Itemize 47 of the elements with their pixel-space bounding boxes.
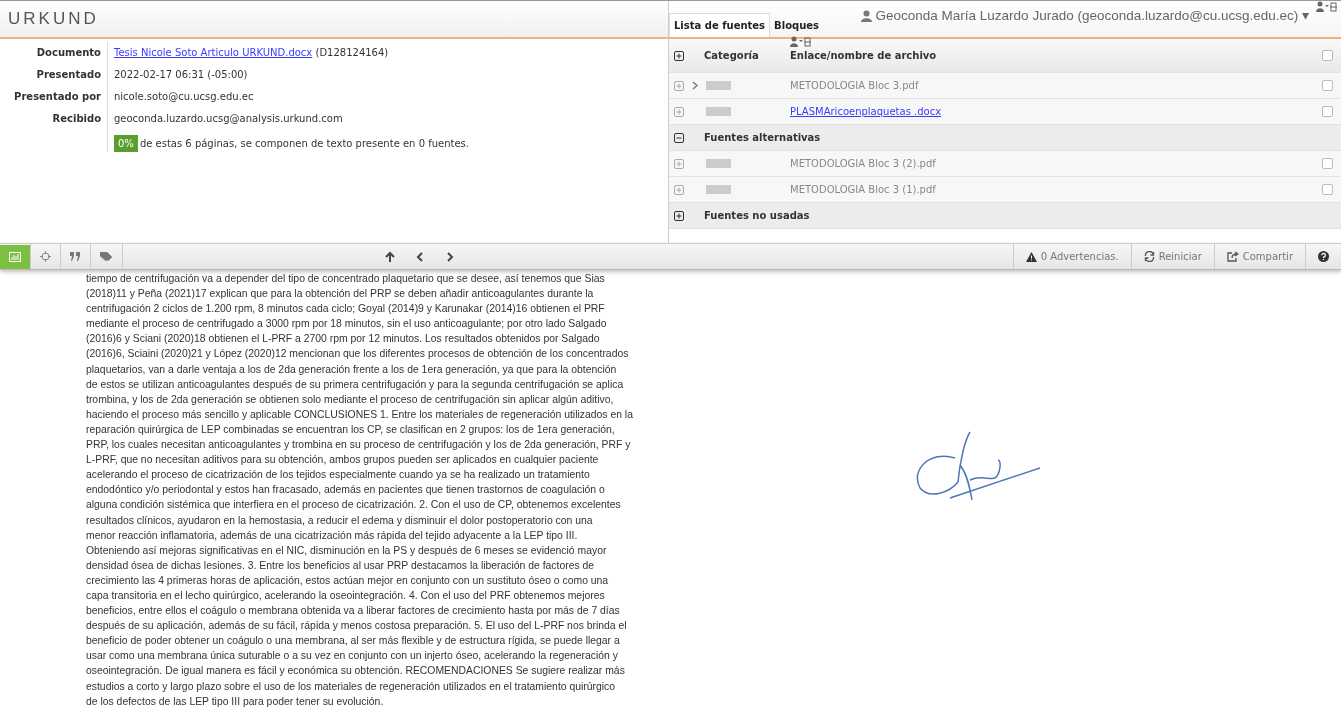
chart-icon[interactable] [0, 244, 30, 269]
blurred-category [706, 107, 731, 116]
restart-button[interactable]: Reiniciar [1131, 244, 1214, 269]
warnings-icon [1025, 251, 1037, 262]
field-value: 2022-02-17 06:31 (-05:00) [114, 69, 248, 80]
share-icon [1226, 251, 1239, 262]
warnings-button[interactable]: 0 Advertencias. [1013, 244, 1131, 269]
share-button[interactable]: Compartir [1214, 244, 1305, 269]
document-link[interactable]: Tesis Nicole Soto Articulo URKUND.docx [114, 47, 313, 58]
field-label: Presentado [0, 64, 108, 86]
expand-icon[interactable] [674, 50, 684, 61]
document-text: tiempo de centrifugación va a depender del tipo de concentrado plaquetario que se desee, así tenemos que Sias (2018)11 y Peña (2021)17 explican que para la obtención del PRP se deben añadir anticoagulantes durante la centrifugación 2 ciclos de 1.200 rpm, 8 minutos cada ciclo; Goyal (2014)9 y Karunakar (2014)16 obtienen el PRF mediante el proceso de centrifugado a 3000 rpm por 18 minutos, sin el uso anticoagulante; por otro lado Salgado (2016)6 y Sciani (2020)18 obtienen el L-PRF a 2700 rpm por 12 minutos. Los resultados obtenidos por Salgado (2016)6, Sciaini (2020)21 y López (2020)12 mencionan que los diferentes procesos de obtención de los concentrados plaquetarios, van a darle ventaja a los de 2da generación frente a los de 1era generación, ya que para la obtención de estos se utilizan anticoagulantes después de su primera centrifugación y para la segunda centrifugación se aplica trombina, y los de 2da generación se obtienen solo mediante el proceso de centrifugación sin aplicar algún aditivo, haciendo el proceso más sencillo y aplicable CONCLUSIONES 1. Entre los materiales de regeneración utilizados en la reparación quirúrgica de LEP combinadas se encuentran los CP, se clasifican en 2 grupos: los de 1era generación, PRP, los cuales necesitan anticoagulantes y trombina en su proceso de centrifugación y los de 2da generación, PRF y L-PRF, que no necesitan aditivos para su obtención, ambos grupos pueden ser aplicados en cualquier paciente acelerando el proceso de cicatrización de los tejidos especialmente cuando ya se ha realizado un tratamiento endodóntico y/o periodontal y estos han fracasado, además en pacientes que tienen trastornos de coagulación o alguna condición sistémica que interfiera en el proceso de cicatrización. 2. Con el uso de CP, obtenemos excelentes resultados clínicos, ayudaron en la hemostasia, a reducir el edema y disminuir el dolor postoperatorio con una menor reacción inflamatoria, además de una cicatrización más rápida del tejido adyacente a la LEP tipo III. Obteniendo así mejoras significativas en el NIC, disminución en la PS y después de 6 meses se evidenció mayor densidad ósea de dichas lesiones. 3. Entre los beneficios al usar PRP destacamos la liberación de factores de crecimiento las 4 primeras horas de aplicación, estos actúan mejor en conjunto con un sustituto óseo o como una capa transitoria en el lecho quirúrgico, acelerando la oseointegración. 4. Con el uso del PRF obtenemos mejores beneficios, entre ellos el coágulo o membrana obtenida va a liberar factores de crecimiento hasta por más de 7 días después de su aplicación, además de su fácil, rápida y menos costosa preparación. 5. El uso del L-PRF nos brinda el beneficio de poder obtener un coágulo o una membrana, al ser más flexible y de estructura rígida, se puede llegar a usar como una membrana única suturable o a su vez en conjunto con un injerto óseo, acelerando la regeneración y oseointegración. De igual manera es fácil y económica su obtención. RECOMENDACIONES Se sugiere realizar más estudios a corto y largo plazo sobre el uso de los materiales de regeneración utilizados en el tratamiento quirúrgico de los defectos de las LEP tipo III para poder tener su evolución. [85, 272, 634, 709]
summary-text: de estas 6 páginas, se componen de texto presente en 0 fuentes. [139, 138, 469, 149]
blurred-category [706, 185, 731, 194]
account-icon[interactable] [1316, 1, 1338, 13]
source-name[interactable]: PLASMAricoenplaquetas .docx [790, 106, 942, 117]
column-header: Enlace/nombre de archivo [790, 50, 937, 61]
blurred-category [706, 81, 731, 90]
user-icon [860, 10, 872, 23]
checkbox[interactable] [1322, 80, 1333, 91]
logo: URKUND [8, 8, 99, 31]
blurred-category [706, 159, 731, 168]
restart-icon [1143, 251, 1155, 262]
field-value: geoconda.luzardo.ucsg@analysis.urkund.com [114, 113, 343, 124]
field-label: Documento [0, 42, 108, 64]
expand-icon[interactable] [674, 210, 684, 221]
collapse-icon[interactable] [674, 132, 684, 143]
tab[interactable]: Bloques [770, 14, 823, 37]
field-value: nicole.soto@cu.ucsg.edu.ec [114, 91, 254, 102]
column-header: Categoría [704, 49, 759, 63]
group-header[interactable]: Fuentes alternativas [684, 130, 821, 145]
percentage-badge: 0% [114, 135, 138, 152]
group-header[interactable]: Fuentes no usadas [684, 208, 810, 223]
chevron-icon[interactable] [692, 81, 698, 90]
checkbox[interactable] [1322, 50, 1333, 61]
checkbox[interactable] [1322, 106, 1333, 117]
account-icon[interactable] [790, 36, 812, 48]
field-label: Recibido [0, 108, 108, 130]
source-name: METODOLOGIA Bloc 3 (1).pdf [790, 184, 936, 195]
document-id: (D128124164) [315, 47, 389, 58]
user-menu[interactable]: Geoconda María Luzardo Jurado (geoconda.luzardo@cu.ucsg.edu.ec) ▾ [860, 6, 1309, 27]
source-name: METODOLOGIA Bloc 3.pdf [790, 80, 919, 91]
field-label: Presentado por [0, 86, 108, 108]
checkbox[interactable] [1322, 158, 1333, 169]
tab[interactable]: Lista de fuentes [669, 13, 771, 37]
source-name: METODOLOGIA Bloc 3 (2).pdf [790, 158, 936, 169]
checkbox[interactable] [1322, 184, 1333, 195]
